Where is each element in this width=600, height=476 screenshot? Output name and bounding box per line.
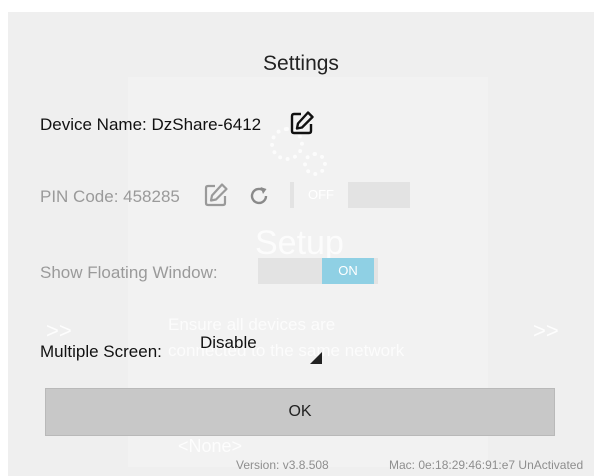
floating-window-label: Show Floating Window: (40, 263, 218, 282)
dropdown-arrow-icon (310, 352, 322, 364)
dialog-title: Settings (263, 52, 339, 75)
background-none-label: <None> (178, 436, 243, 456)
background-right-arrow: >> (533, 318, 559, 343)
floating-window-toggle[interactable]: ON (258, 258, 378, 284)
version-text: Version: v3.8.508 (236, 458, 329, 472)
multiple-screen-value: Disable (200, 333, 257, 352)
pin-code-toggle-off-label: OFF (294, 182, 348, 208)
edit-icon[interactable] (289, 110, 315, 136)
floating-window-toggle-on-label: ON (322, 258, 374, 284)
multiple-screen-label: Multiple Screen: (40, 342, 162, 361)
ok-button[interactable]: OK (45, 388, 555, 436)
pin-code-label: PIN Code: 458285 (40, 187, 180, 206)
pin-code-toggle[interactable]: OFF (290, 182, 410, 208)
settings-dialog: Setup Ensure all devices are connected t… (8, 12, 594, 476)
multiple-screen-select[interactable]: Disable (196, 330, 326, 366)
mac-address-text: Mac: 0e:18:29:46:91:e7 UnActivated (389, 458, 584, 472)
background-left-arrow: >> (46, 318, 72, 343)
edit-icon[interactable] (203, 182, 229, 208)
refresh-icon[interactable] (248, 185, 270, 207)
gear-icon (303, 152, 327, 176)
device-name-label: Device Name: DzShare-6412 (40, 115, 262, 134)
